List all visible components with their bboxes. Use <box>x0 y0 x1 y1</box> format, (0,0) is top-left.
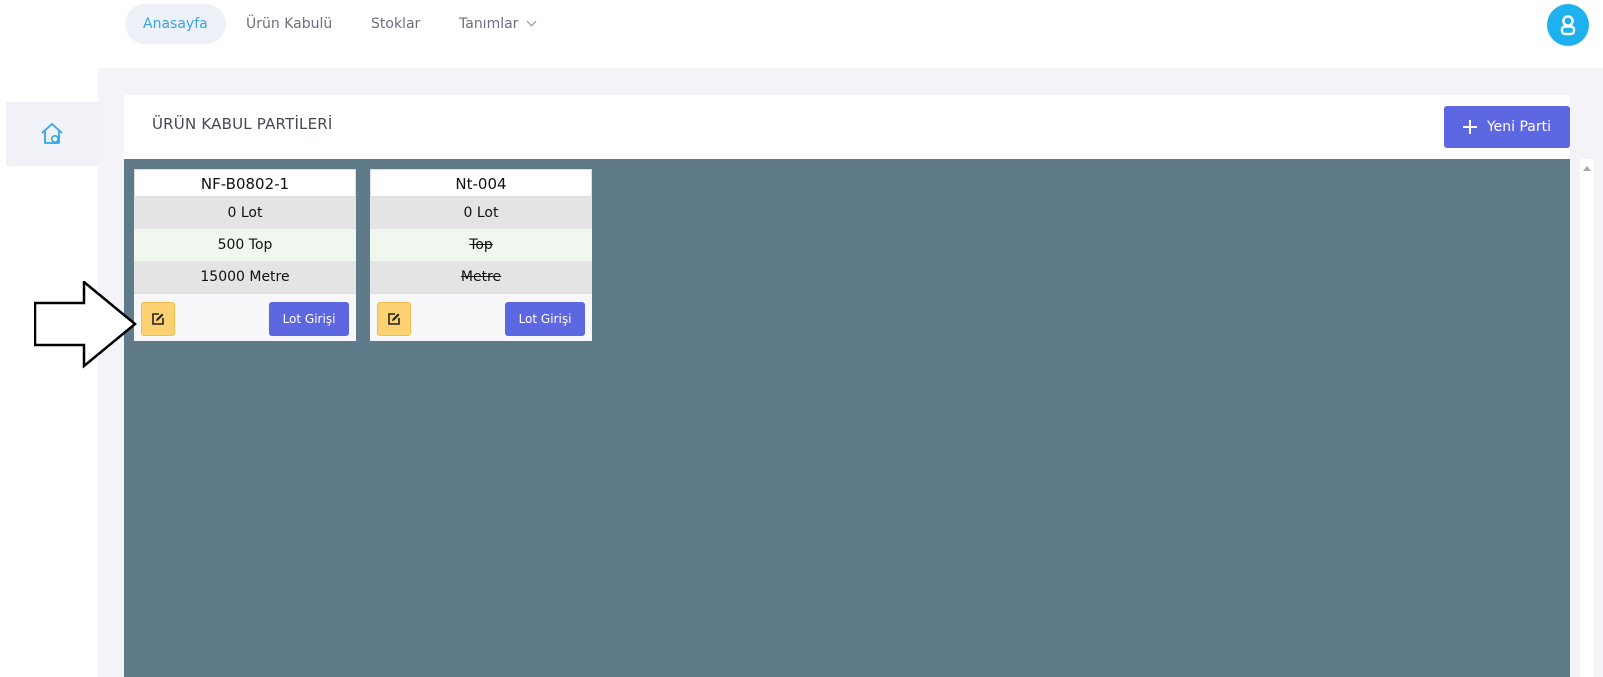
party-card-title: Nt-004 <box>370 169 592 197</box>
party-card-title: NF-B0802-1 <box>134 169 356 197</box>
user-icon <box>1560 15 1576 36</box>
main-card: ÜRÜN KABUL PARTİLERİ Yeni Parti NF-B0802… <box>124 95 1594 677</box>
tab-anasayfa[interactable]: Anasayfa <box>125 4 226 44</box>
page-title: ÜRÜN KABUL PARTİLERİ <box>152 115 333 133</box>
tab-label: Anasayfa <box>143 16 208 32</box>
lot-entry-button[interactable]: Lot Girişi <box>269 302 349 336</box>
tab-urun-kabulu[interactable]: Ürün Kabulü <box>246 4 332 44</box>
board-scrollbar[interactable] <box>1580 159 1594 677</box>
tab-tanimlar[interactable]: Tanımlar <box>459 4 537 44</box>
plus-icon <box>1462 120 1477 134</box>
edit-button[interactable] <box>377 302 411 336</box>
edit-icon <box>152 313 164 325</box>
tab-label: Stoklar <box>371 16 421 32</box>
party-card: NF-B0802-1 0 Lot 500 Top 15000 Metre Lot… <box>134 169 356 341</box>
party-card-top: Top <box>370 229 592 261</box>
new-party-button-label: Yeni Parti <box>1486 119 1552 135</box>
home-icon <box>41 123 63 144</box>
user-avatar-button[interactable] <box>1547 4 1589 46</box>
party-card-top: 500 Top <box>134 229 356 261</box>
sidebar-item-home[interactable] <box>6 102 98 166</box>
right-arrow-outline-icon <box>34 281 137 369</box>
party-card-lot: 0 Lot <box>370 197 592 229</box>
party-card-metre: 15000 Metre <box>134 261 356 293</box>
scroll-up-arrow-icon[interactable] <box>1583 166 1591 171</box>
edit-button[interactable] <box>141 302 175 336</box>
edit-icon <box>388 313 400 325</box>
new-party-button[interactable]: Yeni Parti <box>1444 106 1570 148</box>
party-board: NF-B0802-1 0 Lot 500 Top 15000 Metre Lot… <box>124 159 1594 677</box>
party-card-footer: Lot Girişi <box>370 293 592 341</box>
tab-label: Tanımlar <box>459 16 519 32</box>
chevron-down-icon <box>527 16 537 27</box>
party-card: Nt-004 0 Lot Top Metre Lot Girişi <box>370 169 592 341</box>
tab-label: Ürün Kabulü <box>246 16 333 32</box>
party-card-footer: Lot Girişi <box>134 293 356 341</box>
lot-entry-button[interactable]: Lot Girişi <box>505 302 585 336</box>
tab-stoklar[interactable]: Stoklar <box>371 4 420 44</box>
party-card-metre: Metre <box>370 261 592 293</box>
party-card-lot: 0 Lot <box>134 197 356 229</box>
top-navigation: Anasayfa Ürün Kabulü Stoklar Tanımlar <box>98 0 1603 68</box>
